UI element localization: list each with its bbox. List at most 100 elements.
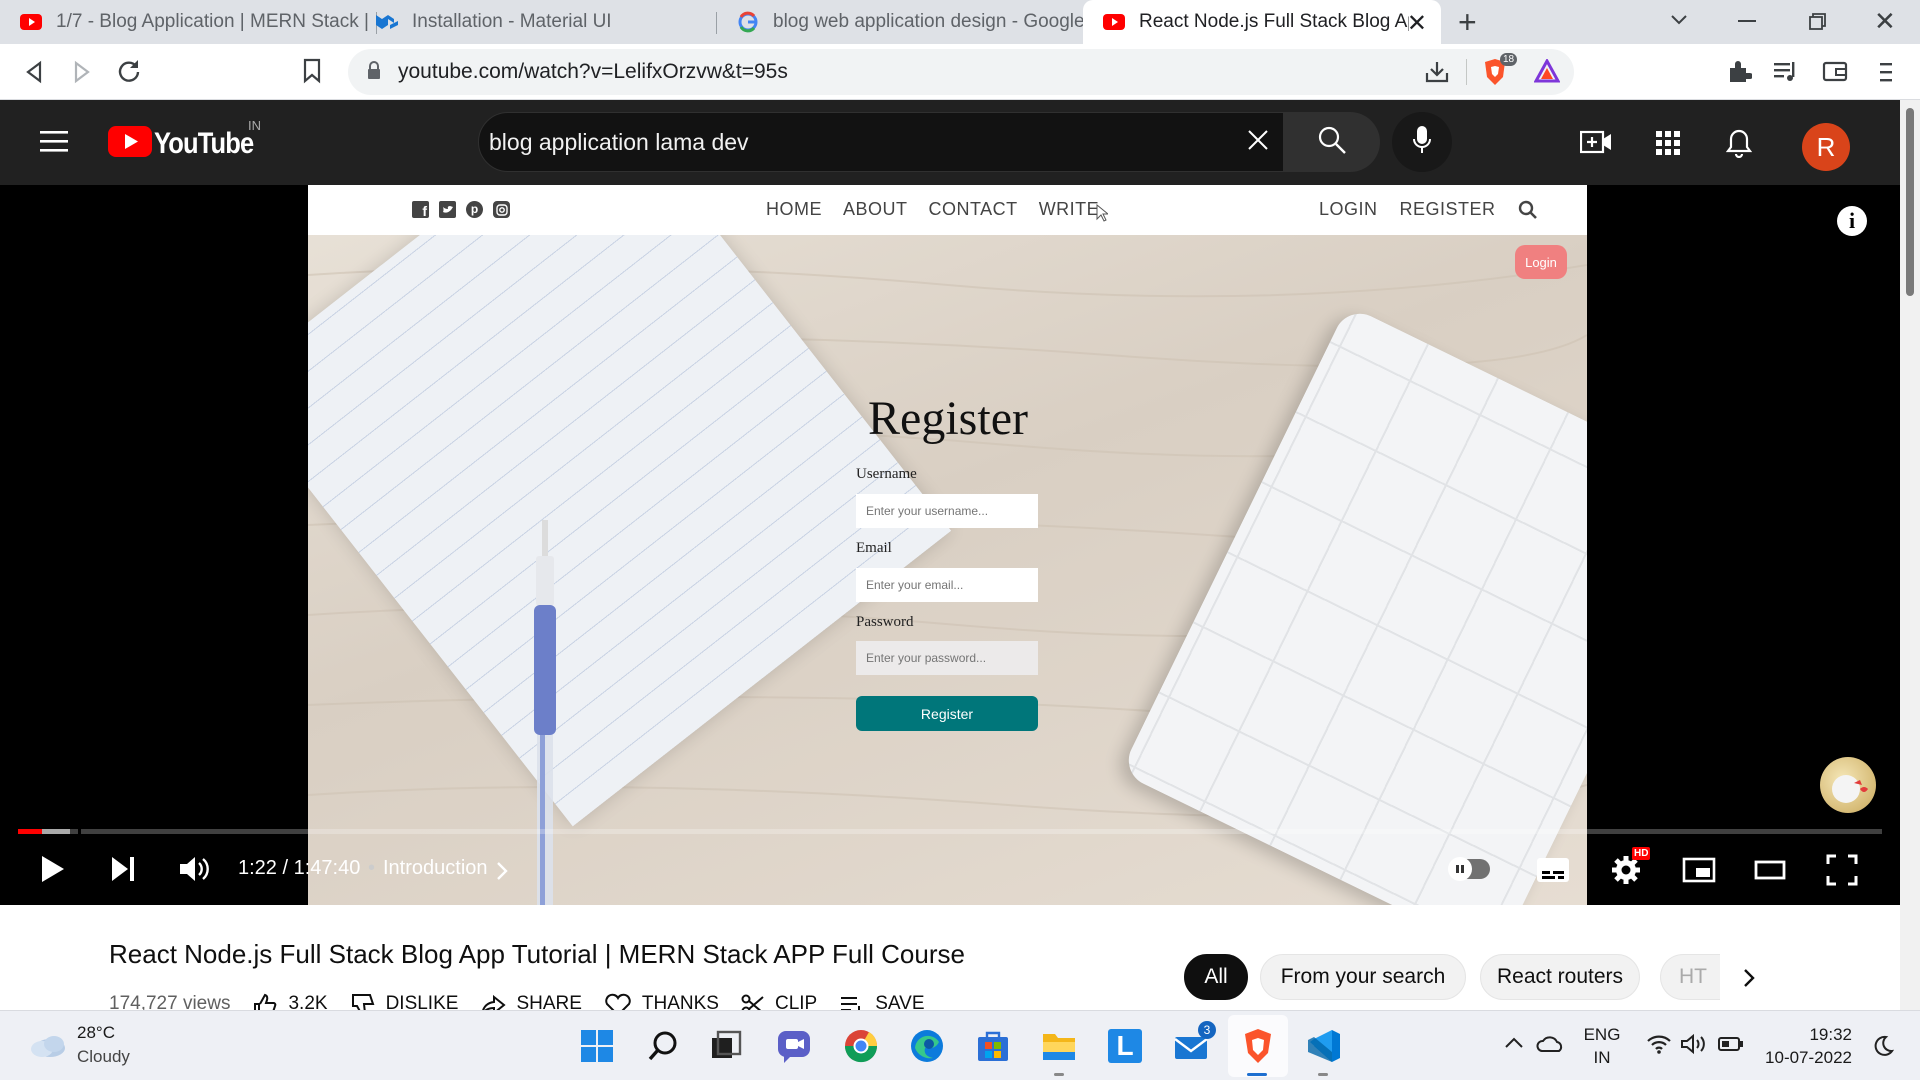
theater-mode-icon[interactable] (1754, 860, 1786, 885)
back-icon[interactable] (24, 60, 44, 89)
autoplay-toggle[interactable] (1448, 857, 1490, 881)
chapter-title[interactable]: Introduction (383, 857, 488, 880)
subtitles-icon[interactable] (1536, 857, 1570, 888)
tab-installation-material-ui[interactable]: Installation - Material UI (356, 0, 718, 44)
register-submit-button[interactable]: Register (856, 696, 1038, 731)
nav-register-link[interactable]: REGISTER (1400, 199, 1496, 220)
email-input[interactable] (856, 568, 1038, 602)
task-view-icon[interactable] (706, 1025, 748, 1067)
nav-write-link[interactable]: WRITE (1039, 199, 1100, 220)
chrome-icon[interactable] (840, 1025, 882, 1067)
miniplayer-icon[interactable] (1682, 857, 1716, 888)
teams-chat-icon[interactable] (773, 1025, 815, 1067)
chapter-chevron-icon[interactable] (496, 861, 508, 886)
nav-about-link[interactable]: ABOUT (843, 199, 908, 220)
guide-menu-icon[interactable] (40, 130, 68, 159)
play-icon[interactable] (40, 854, 66, 889)
clear-search-icon[interactable] (1245, 127, 1271, 158)
password-input[interactable] (856, 641, 1038, 675)
login-button[interactable]: Login (1515, 245, 1567, 279)
fullscreen-icon[interactable] (1826, 854, 1858, 891)
info-icon[interactable]: i (1837, 206, 1867, 236)
mail-badge: 3 (1198, 1021, 1216, 1039)
extensions-icon[interactable] (1726, 58, 1753, 89)
chip-label: HT (1679, 965, 1707, 988)
nav-login-link[interactable]: LOGIN (1319, 199, 1378, 220)
blog-search-icon[interactable] (1518, 200, 1538, 225)
speaker-volume-icon[interactable] (1680, 1033, 1708, 1060)
chip-all[interactable]: All (1184, 954, 1248, 1000)
tab-title: blog web application design - Google (773, 11, 1083, 32)
forward-icon[interactable] (72, 60, 92, 89)
nav-contact-link[interactable]: CONTACT (929, 199, 1018, 220)
media-queue-icon[interactable] (1772, 58, 1798, 89)
microsoft-store-icon[interactable] (972, 1025, 1014, 1067)
tab-react-node-active[interactable]: React Node.js Full Stack Blog App ✕ (1083, 0, 1441, 44)
vscode-icon[interactable] (1303, 1025, 1345, 1067)
facebook-icon[interactable]: f (412, 201, 429, 219)
username-input[interactable] (856, 494, 1038, 528)
email-label: Email (856, 540, 892, 556)
weather-widget[interactable]: 28°C Cloudy (24, 1023, 154, 1069)
chips-next-chevron-icon[interactable] (1742, 967, 1756, 994)
instagram-icon[interactable] (493, 201, 510, 218)
page-scrollbar[interactable] (1900, 100, 1920, 1010)
search-button[interactable] (1284, 112, 1380, 172)
logo-text: YouTube (154, 127, 254, 160)
channel-watermark-icon[interactable] (1820, 757, 1876, 813)
edge-icon[interactable] (906, 1025, 948, 1067)
bookmark-icon[interactable] (302, 58, 322, 89)
menu-icon[interactable] (1878, 60, 1894, 89)
focus-assist-moon-icon[interactable] (1872, 1035, 1895, 1062)
show-hidden-icons-chevron-icon[interactable] (1504, 1035, 1524, 1054)
video-player[interactable]: f p HOME ABOUT CONTACT WRITE LOGIN REGIS… (0, 185, 1900, 905)
clock[interactable]: 19:32 10-07-2022 (1760, 1023, 1852, 1069)
mui-icon (376, 11, 398, 33)
notifications-bell-icon[interactable] (1725, 128, 1753, 163)
twitter-icon[interactable] (439, 201, 456, 218)
address-bar[interactable]: youtube.com/watch?v=LelifxOrzvw&t=95s 18 (348, 49, 1574, 95)
video-frame[interactable]: f p HOME ABOUT CONTACT WRITE LOGIN REGIS… (308, 185, 1587, 905)
nav-home-link[interactable]: HOME (766, 199, 822, 220)
windows-start-icon[interactable] (576, 1025, 618, 1067)
file-explorer-icon[interactable] (1038, 1025, 1080, 1067)
browser-tab-strip: 1/7 - Blog Application | MERN Stack | In… (0, 0, 1920, 44)
reload-icon[interactable] (116, 58, 142, 89)
tab-google-search[interactable]: blog web application design - Google (717, 0, 1083, 44)
pinterest-icon[interactable]: p (466, 201, 483, 218)
restore-icon[interactable] (1808, 12, 1828, 37)
next-video-icon[interactable] (110, 855, 136, 888)
minimize-icon[interactable] (1738, 20, 1756, 22)
brave-browser-icon[interactable] (1237, 1025, 1279, 1067)
youtube-logo[interactable]: YouTube (108, 126, 271, 162)
scrollbar-thumb[interactable] (1906, 108, 1914, 296)
chip-react-routers[interactable]: React routers (1480, 954, 1640, 1000)
download-icon[interactable] (1424, 60, 1450, 89)
chip-truncated[interactable]: HT (1660, 954, 1720, 1000)
taskbar-search-icon[interactable] (643, 1025, 685, 1067)
avatar[interactable]: R (1802, 123, 1850, 171)
omnibox-divider (1466, 59, 1467, 85)
search-input[interactable]: blog application lama dev (478, 112, 1284, 172)
wifi-icon[interactable] (1646, 1033, 1672, 1060)
onedrive-cloud-icon[interactable] (1536, 1035, 1564, 1058)
progress-bar[interactable] (18, 829, 1882, 834)
create-video-icon[interactable] (1579, 129, 1612, 160)
tab-search-chevron-icon[interactable] (1668, 8, 1690, 35)
tab-blog-application[interactable]: 1/7 - Blog Application | MERN Stack | (0, 0, 376, 44)
voice-search-button[interactable] (1392, 112, 1452, 172)
letterboxd-l-app-icon[interactable]: L (1104, 1025, 1146, 1067)
lock-icon (366, 61, 382, 86)
close-window-icon[interactable]: ✕ (1874, 6, 1896, 37)
wallet-icon[interactable] (1822, 60, 1848, 87)
apps-grid-icon[interactable] (1656, 131, 1680, 160)
language-indicator[interactable]: ENG IN (1580, 1023, 1624, 1069)
close-tab-icon[interactable]: ✕ (1407, 9, 1427, 38)
chapter-separator: • (368, 857, 376, 879)
battery-icon[interactable] (1718, 1036, 1744, 1057)
chip-from-your-search[interactable]: From your search (1260, 954, 1466, 1000)
new-tab-button[interactable]: + (1458, 4, 1477, 41)
brave-rewards-icon[interactable] (1533, 57, 1561, 88)
hd-badge: HD (1632, 847, 1651, 860)
volume-icon[interactable] (178, 854, 210, 889)
